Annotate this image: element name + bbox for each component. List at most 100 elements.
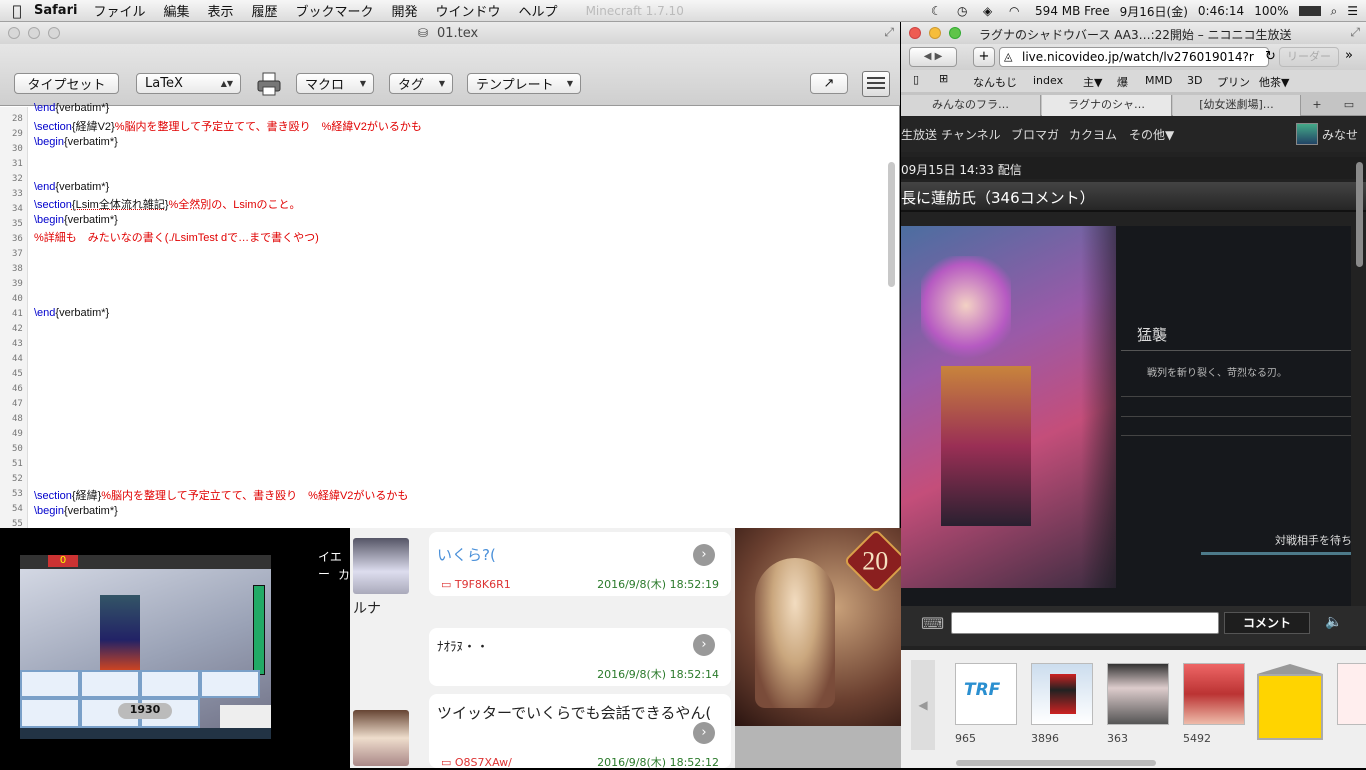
more-chevron-icon[interactable]: » [1345,48,1353,63]
chat-message[interactable]: ツイッターでいくらでも会話できるやん( › ▭ O8S7XAw/ 2016/9/… [429,694,731,769]
thumbnail-scrollbar[interactable] [956,760,1156,766]
engine-select[interactable]: LaTeX ▲▼ [136,73,241,94]
template-menu[interactable]: テンプレート ▼ [467,73,581,94]
apple-menu-icon[interactable]:  [0,2,34,20]
close-button[interactable] [909,27,921,39]
code-line-37[interactable]: %詳細も みたいなの書く(./LsimTest dで…まで書くやつ) [34,229,319,245]
game-screen[interactable]: 0 1930 [20,555,271,739]
fullscreen-icon[interactable]: ⤢ [1350,25,1360,40]
code-line-30[interactable]: \section{経緯V2}%脳内を整理して予定立てて、書き殴り %経緯V2がい… [34,118,422,134]
tab-overview-icon[interactable]: ▭ [1335,95,1363,116]
code-line-31[interactable]: \begin{verbatim*} [34,136,118,148]
comment-submit-button[interactable]: コメント [1224,612,1310,634]
reader-button[interactable]: リーダー [1279,47,1339,67]
dropbox-icon[interactable]: ◈ [983,4,999,18]
search-icon[interactable]: ⌕ [1331,4,1338,19]
menu-develop[interactable]: 開発 [392,1,418,20]
chat-message[interactable]: いくら?( › ▭ T9F8K6R1 2016/9/8(木) 18:52:19 [429,532,731,596]
reload-icon[interactable]: ↻ [1265,49,1276,64]
code-line-34[interactable]: \end{verbatim*} [34,181,109,193]
tab-active[interactable]: ラグナのシャ… [1042,95,1172,116]
wifi-icon[interactable]: ◠ [1009,4,1025,18]
zoom-button[interactable] [48,27,60,39]
tag-menu[interactable]: タグ ▼ [389,73,453,94]
url-field[interactable]: live.nicovideo.jp/watch/lv276019014?r [999,47,1269,67]
menu-file[interactable]: ファイル [93,1,145,20]
fullscreen-icon[interactable]: ⤢ [884,25,894,40]
memory-indicator[interactable]: 594 MB Free [1035,4,1110,18]
bookmark-item[interactable]: 爆 [1117,74,1128,90]
thumbnail[interactable]: TRF [955,663,1017,725]
bookmark-item[interactable]: 3D [1187,74,1202,87]
menu-app-name[interactable]: Safari [34,3,77,18]
back-forward-buttons[interactable]: ◀ ▶ [909,47,957,67]
editor-scrollbar[interactable] [888,162,895,287]
code-line-55[interactable]: \begin{verbatim*} [34,505,118,517]
bookmark-item[interactable]: index [1033,74,1063,87]
chat-message[interactable]: ﾅｵﾗﾇ・・ › 2016/9/8(木) 18:52:14 [429,628,731,686]
user-avatar[interactable] [1296,123,1318,145]
clock-label[interactable]: 0:46:14 [1198,4,1244,18]
minimize-button[interactable] [929,27,941,39]
thumbnail[interactable] [1031,663,1093,725]
minimize-button[interactable] [28,27,40,39]
thumbnail[interactable] [1183,663,1245,725]
battery-percent[interactable]: 100% [1254,4,1288,18]
nav-other[interactable]: その他▼ [1129,126,1174,143]
zoom-button[interactable] [949,27,961,39]
keyboard-icon[interactable]: ⌨ [921,614,945,634]
grid-icon[interactable]: ⊞ [939,72,948,85]
user-avatar[interactable] [353,538,409,594]
chevron-right-icon[interactable]: › [693,722,715,744]
menu-help[interactable]: ヘルプ [519,1,558,20]
chevron-right-icon[interactable]: › [693,544,715,566]
browser-scrollbar[interactable] [1356,162,1363,267]
moon-icon[interactable]: ☾ [931,4,947,18]
bookmark-item[interactable]: 他茶▼ [1259,74,1289,90]
code-line-35[interactable]: \section{Lsim全体流れ雑記}%全然別の、Lsimのこと。 [34,196,301,212]
list-icon[interactable]: ☰ [1347,4,1358,18]
book-icon[interactable]: ▯ [913,73,919,86]
comment-input[interactable] [951,612,1219,634]
code-line-36[interactable]: \begin{verbatim*} [34,214,118,226]
thumbnail[interactable] [1107,663,1169,725]
menu-view[interactable]: 表示 [207,1,233,20]
macro-menu[interactable]: マクロ ▼ [296,73,374,94]
time-machine-icon[interactable]: ◷ [957,4,973,18]
volume-icon[interactable]: 🔈 [1325,614,1342,630]
split-view-icon[interactable] [862,71,890,97]
date-label[interactable]: 9月16日(金) [1120,3,1188,20]
nav-kakuyomu[interactable]: カクヨム [1069,126,1117,143]
print-icon[interactable] [256,71,282,97]
code-line-54[interactable]: \section{経緯}%脳内を整理して予定立てて、書き殴り %経緯V2がいるか… [34,487,408,503]
tab[interactable]: [幼女迷劇場]… [1173,95,1301,116]
nav-live[interactable]: 生放送 [901,126,937,143]
typeset-button[interactable]: タイプセット [14,73,119,94]
nav-channel[interactable]: チャンネル [941,126,1001,143]
latex-comment: %詳細も みたいなの書く(./LsimTest dで…まで書くやつ) [34,232,319,244]
user-avatar[interactable] [353,710,409,766]
new-tab-plus-icon[interactable]: + [973,47,995,67]
bookmark-item[interactable]: MMD [1145,74,1172,87]
close-button[interactable] [8,27,20,39]
scroll-left-icon[interactable]: ◀ [911,660,935,750]
menu-window[interactable]: ウインドウ [436,1,501,20]
code-line-42[interactable]: \end{verbatim*} [34,307,109,319]
nav-blomaga[interactable]: ブロマガ [1011,126,1059,143]
video-player[interactable]: 猛襲 戦列を斬り裂く、苛烈なる刃。 対戦相手を待ち [901,226,1351,606]
code-line-29[interactable]: \end{verbatim*} [34,102,109,114]
thumbnail-selected[interactable] [1257,674,1323,740]
nav-username[interactable]: みなせ [1322,126,1358,143]
menu-bookmarks[interactable]: ブックマーク [296,1,374,20]
share-icon[interactable]: ↗ [810,73,848,94]
chevron-right-icon[interactable]: › [693,634,715,656]
bookmark-item[interactable]: なんもじ [973,74,1017,90]
tab[interactable]: みんなのフラ… [901,95,1041,116]
bookmark-item[interactable]: 主▼ [1083,74,1102,90]
menu-edit[interactable]: 編集 [163,1,189,20]
battery-icon[interactable] [1298,6,1321,16]
thumbnail[interactable] [1337,663,1366,725]
new-tab-plus-icon[interactable]: + [1303,95,1331,116]
menu-history[interactable]: 履歴 [251,1,277,20]
bookmark-item[interactable]: プリン [1217,74,1250,90]
